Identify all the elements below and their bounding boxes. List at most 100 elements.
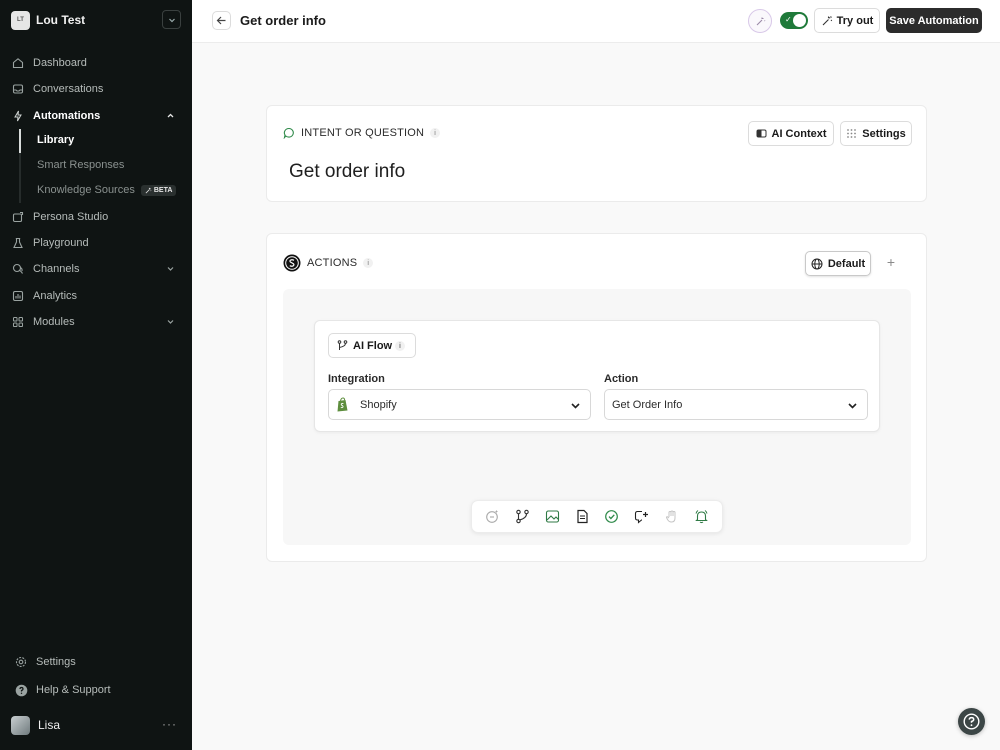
help-button[interactable] (958, 708, 985, 735)
help-circle-icon (14, 683, 28, 697)
check-icon: ✓ (785, 15, 792, 24)
info-icon[interactable]: i (395, 341, 405, 351)
workspace-dropdown-button[interactable] (162, 10, 181, 29)
intent-settings-button[interactable]: Settings (840, 121, 912, 146)
grid-dots-icon (847, 129, 857, 138)
sidebar-item-label: Channels (33, 263, 80, 275)
sidebar-subitem-knowledge-sources[interactable]: Knowledge Sources BETA (37, 180, 177, 200)
help-icon (963, 713, 980, 730)
action-toolbar (471, 500, 723, 533)
sparkle-icon (145, 187, 152, 193)
chat-bubbles-icon (11, 262, 25, 276)
sidebar-item-label: Playground (33, 237, 89, 249)
sidebar-subitem-library[interactable]: Library (37, 130, 74, 150)
contrast-icon (756, 129, 766, 138)
brand-logo-icon (283, 254, 301, 272)
page-title: Get order info (240, 13, 326, 28)
sidebar-item-label: Conversations (33, 83, 104, 95)
action-label: Action (604, 373, 639, 385)
sidebar-item-label: Settings (36, 656, 76, 668)
chevron-down-icon (167, 267, 174, 271)
magic-wand-icon (822, 15, 832, 25)
ai-flow-tag: AI Flow i (328, 333, 416, 358)
sidebar-item-conversations[interactable]: Conversations (11, 79, 181, 99)
image-icon[interactable] (543, 508, 561, 526)
gear-icon (14, 655, 28, 669)
chat-bubble-icon (283, 127, 294, 139)
ai-message-icon[interactable] (484, 508, 502, 526)
bell-icon[interactable] (692, 508, 710, 526)
beta-badge: BETA (140, 184, 177, 196)
sidebar-item-label: Persona Studio (33, 211, 109, 223)
language-default-button[interactable]: Default (805, 251, 871, 276)
branch-icon[interactable] (514, 508, 532, 526)
tag-plus-icon[interactable] (633, 508, 651, 526)
document-icon[interactable] (573, 508, 591, 526)
persona-icon (11, 210, 25, 224)
workspace-switcher[interactable]: LT Lou Test (11, 10, 181, 30)
top-header: Get order info ✓ Try out Save Automation (192, 0, 1000, 43)
flask-icon (11, 236, 25, 250)
shopify-icon (337, 397, 348, 412)
sidebar-item-modules[interactable]: Modules (11, 312, 181, 332)
ai-context-button[interactable]: AI Context (748, 121, 834, 146)
sidebar: LT Lou Test Dashboard Conversations Auto… (0, 0, 192, 750)
sidebar-item-dashboard[interactable]: Dashboard (11, 53, 181, 73)
globe-icon (811, 258, 823, 269)
actions-section-label: ACTIONS i (283, 254, 374, 272)
submenu-indicator (19, 129, 21, 203)
actions-card: ACTIONS i Default + AI Flow i Integratio… (266, 233, 927, 562)
check-circle-icon[interactable] (603, 508, 621, 526)
user-menu[interactable]: Lisa ··· (11, 715, 181, 735)
hand-icon[interactable] (662, 508, 680, 526)
integration-label: Integration (328, 373, 385, 385)
intent-card: INTENT OR QUESTION i Get order info AI C… (266, 105, 927, 202)
ai-assist-button[interactable] (748, 9, 772, 33)
workspace-logo: LT (11, 10, 30, 30)
sidebar-item-label: Dashboard (33, 57, 87, 69)
more-icon[interactable]: ··· (162, 717, 177, 731)
sidebar-item-label: Knowledge Sources (37, 184, 135, 196)
bolt-icon (11, 109, 25, 123)
sidebar-item-settings[interactable]: Settings (14, 652, 184, 672)
intent-title[interactable]: Get order info (289, 161, 405, 183)
add-action-button[interactable]: + (883, 254, 899, 270)
sidebar-item-channels[interactable]: Channels (11, 259, 181, 279)
sidebar-item-help-support[interactable]: Help & Support (14, 680, 184, 700)
sidebar-item-label: Automations (33, 110, 101, 122)
workspace-name: Lou Test (36, 13, 86, 27)
inbox-icon (11, 82, 25, 96)
chevron-up-icon (167, 113, 174, 118)
bar-chart-icon (11, 289, 25, 303)
sidebar-item-label: Help & Support (36, 684, 111, 696)
try-out-button[interactable]: Try out (814, 8, 880, 33)
chevron-down-icon (168, 18, 175, 22)
sidebar-item-playground[interactable]: Playground (11, 233, 181, 253)
flow-canvas: AI Flow i Integration Shopify Action Get… (283, 289, 911, 545)
home-icon (11, 56, 25, 70)
sidebar-item-label: Smart Responses (37, 159, 125, 171)
chevron-down-icon (848, 403, 857, 409)
action-select[interactable]: Get Order Info (604, 389, 868, 420)
sidebar-item-label: Library (37, 134, 75, 146)
automation-enabled-toggle[interactable]: ✓ (780, 12, 808, 29)
sidebar-item-persona-studio[interactable]: Persona Studio (11, 207, 181, 227)
sidebar-item-automations[interactable]: Automations (11, 106, 181, 126)
info-icon[interactable]: i (430, 128, 441, 138)
chevron-down-icon (571, 403, 580, 409)
back-button[interactable] (212, 11, 231, 30)
magic-wand-icon (756, 17, 765, 25)
sidebar-item-label: Analytics (33, 290, 78, 302)
ai-flow-card[interactable]: AI Flow i Integration Shopify Action Get… (314, 320, 880, 432)
sidebar-subitem-smart-responses[interactable]: Smart Responses (37, 155, 124, 175)
modules-icon (11, 315, 25, 329)
chevron-down-icon (167, 320, 174, 324)
user-name: Lisa (38, 718, 61, 732)
intent-section-label: INTENT OR QUESTION i (283, 127, 441, 139)
sidebar-item-analytics[interactable]: Analytics (11, 286, 181, 306)
sidebar-item-label: Modules (33, 316, 75, 328)
arrow-left-icon (216, 16, 226, 25)
info-icon[interactable]: i (363, 258, 374, 268)
integration-select[interactable]: Shopify (328, 389, 591, 420)
save-automation-button[interactable]: Save Automation (886, 8, 982, 33)
